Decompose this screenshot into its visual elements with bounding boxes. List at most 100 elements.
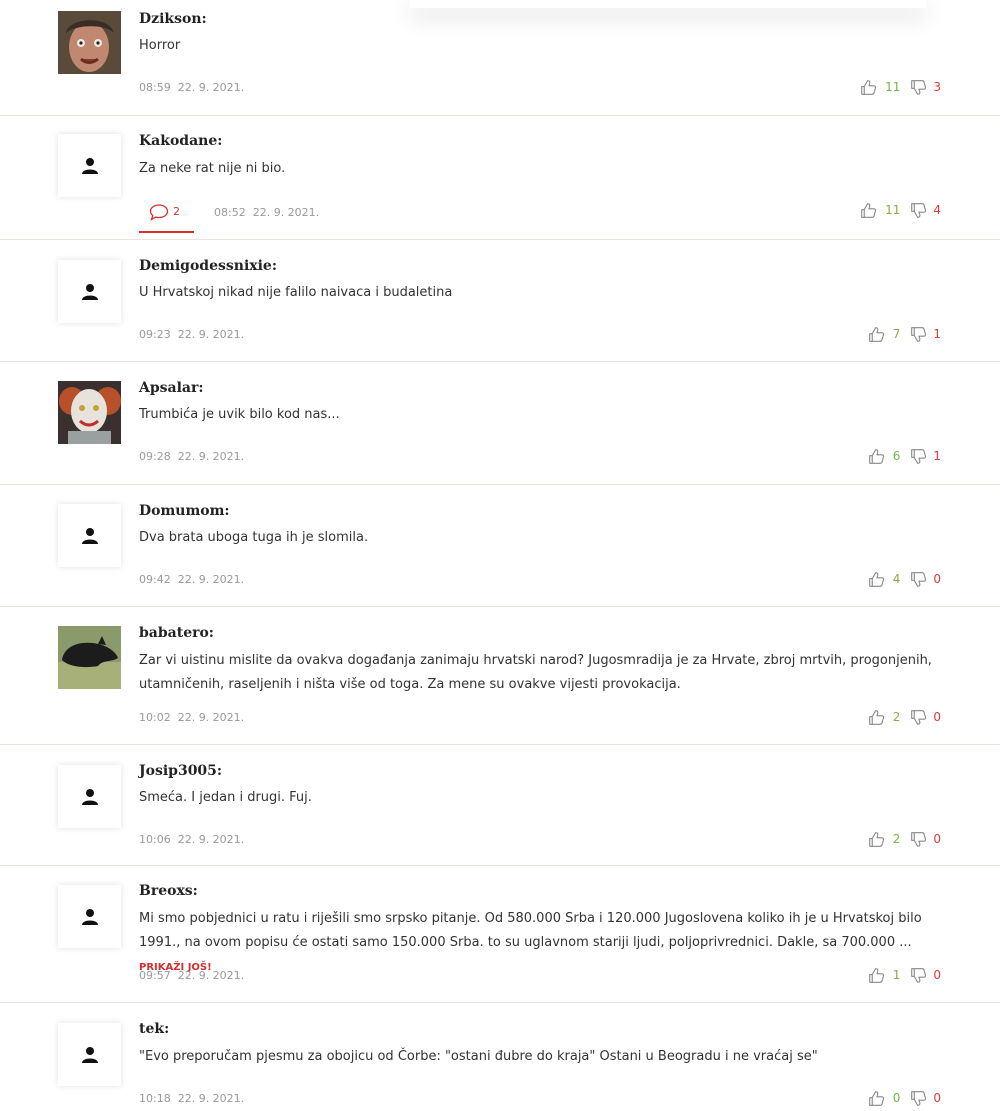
thumbs-down-icon <box>910 571 927 588</box>
thumbs-down-icon <box>910 448 927 465</box>
comment-time: 10:06 <box>139 832 171 846</box>
comment-username[interactable]: Kakodane: <box>139 133 222 149</box>
dislike-count: 0 <box>933 1091 941 1105</box>
like-count: 2 <box>892 832 901 846</box>
comment-text: Horror <box>139 38 181 53</box>
like-count: 1 <box>892 968 901 982</box>
vote-group: 11 4 <box>860 201 941 219</box>
comment-item: babatero: Zar vi uistinu mislite da ovak… <box>0 607 1000 745</box>
comment-meta: 10:18 22. 9. 2021. <box>139 1090 244 1106</box>
comment-time: 08:52 <box>214 205 246 219</box>
comment-username[interactable]: Demigodessnixie: <box>139 258 277 274</box>
comment-item: Breoxs: Mi smo pobjednici u ratu i riješ… <box>0 866 1000 1003</box>
comment-username[interactable]: Apsalar: <box>139 380 204 396</box>
avatar[interactable] <box>58 765 121 828</box>
comment-item: Kakodane: Za neke rat nije ni bio. 2 08:… <box>0 116 1000 240</box>
thumbs-down-icon <box>910 1090 927 1107</box>
comment-text: Mi smo pobjednici u ratu i riješili smo … <box>139 907 944 980</box>
avatar[interactable] <box>58 260 121 323</box>
comment-meta: 09:42 22. 9. 2021. <box>139 571 244 587</box>
thumbs-up-icon <box>868 1090 885 1107</box>
comment-date: 22. 9. 2021. <box>177 968 245 982</box>
photo-clown-icon <box>58 381 121 444</box>
like-count: 11 <box>885 80 901 94</box>
like-button[interactable] <box>860 79 877 96</box>
default-user-icon <box>80 526 100 546</box>
overlay-popup <box>410 0 926 8</box>
like-button[interactable] <box>868 831 885 848</box>
comment-item: Demigodessnixie: U Hrvatskoj nikad nije … <box>0 240 1000 362</box>
like-button[interactable] <box>868 1090 885 1107</box>
like-button[interactable] <box>868 326 885 343</box>
vote-group: 2 0 <box>868 708 941 726</box>
thumbs-up-icon <box>860 202 877 219</box>
avatar[interactable] <box>58 504 121 567</box>
comment-username[interactable]: Dzikson: <box>139 11 207 27</box>
avatar[interactable] <box>58 11 121 74</box>
vote-group: 1 0 <box>868 966 941 984</box>
comment-item: tek: "Evo preporučam pjesmu za obojicu o… <box>0 1003 1000 1111</box>
comment-meta: 09:23 22. 9. 2021. <box>139 326 244 342</box>
dislike-button[interactable] <box>910 709 927 726</box>
dislike-button[interactable] <box>910 967 927 984</box>
comment-date: 22. 9. 2021. <box>177 710 245 724</box>
default-user-icon <box>80 907 100 927</box>
dislike-button[interactable] <box>910 1090 927 1107</box>
comment-time: 09:28 <box>139 449 171 463</box>
comment-meta: 09:57 22. 9. 2021. <box>139 967 244 983</box>
like-count: 0 <box>892 1091 901 1105</box>
comment-time: 10:02 <box>139 710 171 724</box>
dislike-button[interactable] <box>910 448 927 465</box>
like-count: 2 <box>892 710 901 724</box>
dislike-button[interactable] <box>910 79 927 96</box>
replies-toggle-button[interactable]: 2 <box>139 203 194 233</box>
avatar[interactable] <box>58 381 121 444</box>
comment-text: U Hrvatskoj nikad nije falilo naivaca i … <box>139 285 453 300</box>
comment-date: 22. 9. 2021. <box>177 327 245 341</box>
comment-username[interactable]: Josip3005: <box>139 763 222 779</box>
comment-text: Trumbića je uvik bilo kod nas... <box>139 407 340 422</box>
dislike-button[interactable] <box>910 326 927 343</box>
vote-group: 11 3 <box>860 78 941 96</box>
avatar[interactable] <box>58 134 121 197</box>
comment-username[interactable]: babatero: <box>139 625 214 641</box>
dislike-count: 1 <box>933 327 941 341</box>
comment-username[interactable]: tek: <box>139 1021 169 1037</box>
like-count: 11 <box>885 203 901 217</box>
like-button[interactable] <box>868 967 885 984</box>
comment-meta: 09:28 22. 9. 2021. <box>139 448 244 464</box>
comment-username[interactable]: Breoxs: <box>139 883 198 899</box>
comment-username[interactable]: Domumom: <box>139 503 230 519</box>
like-button[interactable] <box>860 202 877 219</box>
comment-time: 08:59 <box>139 80 171 94</box>
thumbs-up-icon <box>868 448 885 465</box>
comment-text: Dva brata uboga tuga ih je slomila. <box>139 530 369 545</box>
default-user-icon <box>80 787 100 807</box>
comment-date: 22. 9. 2021. <box>177 572 245 586</box>
comment-date: 22. 9. 2021. <box>177 832 245 846</box>
dislike-button[interactable] <box>910 831 927 848</box>
comment-date: 22. 9. 2021. <box>252 205 320 219</box>
like-button[interactable] <box>868 709 885 726</box>
dislike-count: 4 <box>933 203 941 217</box>
like-count: 6 <box>892 449 901 463</box>
comment-time: 10:18 <box>139 1091 171 1105</box>
comment-text-body: Mi smo pobjednici u ratu i riješili smo … <box>139 911 922 950</box>
comment-item: Dzikson: Horror 08:59 22. 9. 2021. 11 3 <box>0 0 1000 116</box>
avatar[interactable] <box>58 1023 121 1086</box>
dislike-count: 0 <box>933 832 941 846</box>
comment-text: Zar vi uistinu mislite da ovakva događan… <box>139 653 932 692</box>
comment-item: Apsalar: Trumbića je uvik bilo kod nas..… <box>0 362 1000 485</box>
dislike-button[interactable] <box>910 202 927 219</box>
thumbs-up-icon <box>868 967 885 984</box>
avatar[interactable] <box>58 885 121 948</box>
like-button[interactable] <box>868 448 885 465</box>
comment-text: Za neke rat nije ni bio. <box>139 161 286 176</box>
avatar[interactable] <box>58 626 121 689</box>
comment-text: "Evo preporučam pjesmu za obojicu od Čor… <box>139 1049 818 1064</box>
dislike-count: 0 <box>933 572 941 586</box>
dislike-button[interactable] <box>910 571 927 588</box>
comment-item: Josip3005: Smeća. I jedan i drugi. Fuj. … <box>0 745 1000 866</box>
like-button[interactable] <box>868 571 885 588</box>
comment-time: 09:42 <box>139 572 171 586</box>
